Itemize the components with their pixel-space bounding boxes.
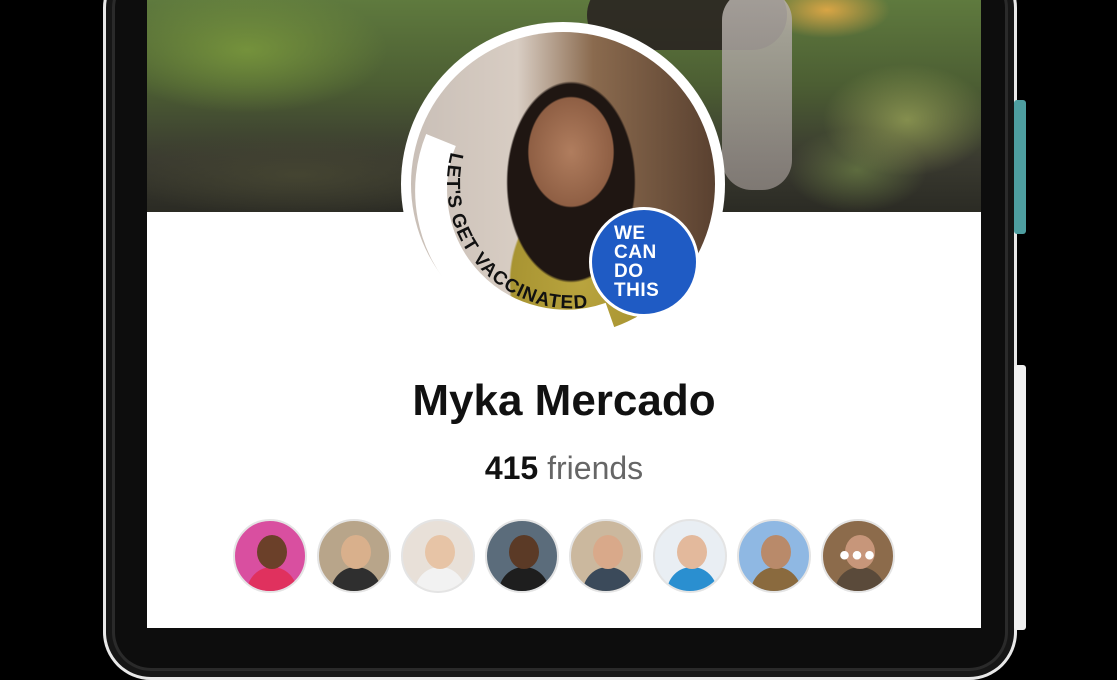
- friend-avatar-face: [341, 535, 371, 569]
- friend-avatar[interactable]: [653, 519, 727, 593]
- friend-avatar-body: [415, 567, 465, 591]
- cover-photo-detail: [722, 0, 792, 190]
- friend-avatar-face: [593, 535, 623, 569]
- friend-avatar-body: [499, 567, 549, 591]
- friends-summary[interactable]: 415 friends: [147, 450, 981, 487]
- friend-avatar-body: [583, 567, 633, 591]
- friends-label: friends: [547, 450, 644, 486]
- phone-side-button: [1014, 100, 1026, 234]
- friend-avatar[interactable]: [401, 519, 475, 593]
- friend-avatar-face: [677, 535, 707, 569]
- we-can-do-this-badge: WE CAN DO THIS: [592, 210, 696, 314]
- friend-avatar-face: [425, 535, 455, 569]
- friend-avatar-face: [257, 535, 287, 569]
- profile-screen: LET'S GET VACCINATED WE CAN DO THIS Myka…: [147, 0, 981, 628]
- more-friends-icon: •••: [839, 539, 877, 572]
- friend-avatar-body: [331, 567, 381, 591]
- friend-avatar[interactable]: [485, 519, 559, 593]
- badge-text: WE CAN DO THIS: [614, 223, 660, 301]
- profile-name: Myka Mercado: [412, 376, 716, 425]
- friend-avatar[interactable]: [317, 519, 391, 593]
- friend-avatar[interactable]: [737, 519, 811, 593]
- friend-avatar[interactable]: •••: [821, 519, 895, 593]
- friend-avatar-body: [751, 567, 801, 591]
- friend-avatar-face: [509, 535, 539, 569]
- friend-avatar-body: [247, 567, 297, 591]
- friend-avatar[interactable]: [569, 519, 643, 593]
- friend-avatar-face: [761, 535, 791, 569]
- friend-avatar-body: [667, 567, 717, 591]
- friends-count: 415: [484, 450, 539, 486]
- friend-avatars-row: •••: [233, 519, 895, 593]
- phone-side-button-lower: [1014, 365, 1026, 630]
- friend-avatar[interactable]: [233, 519, 307, 593]
